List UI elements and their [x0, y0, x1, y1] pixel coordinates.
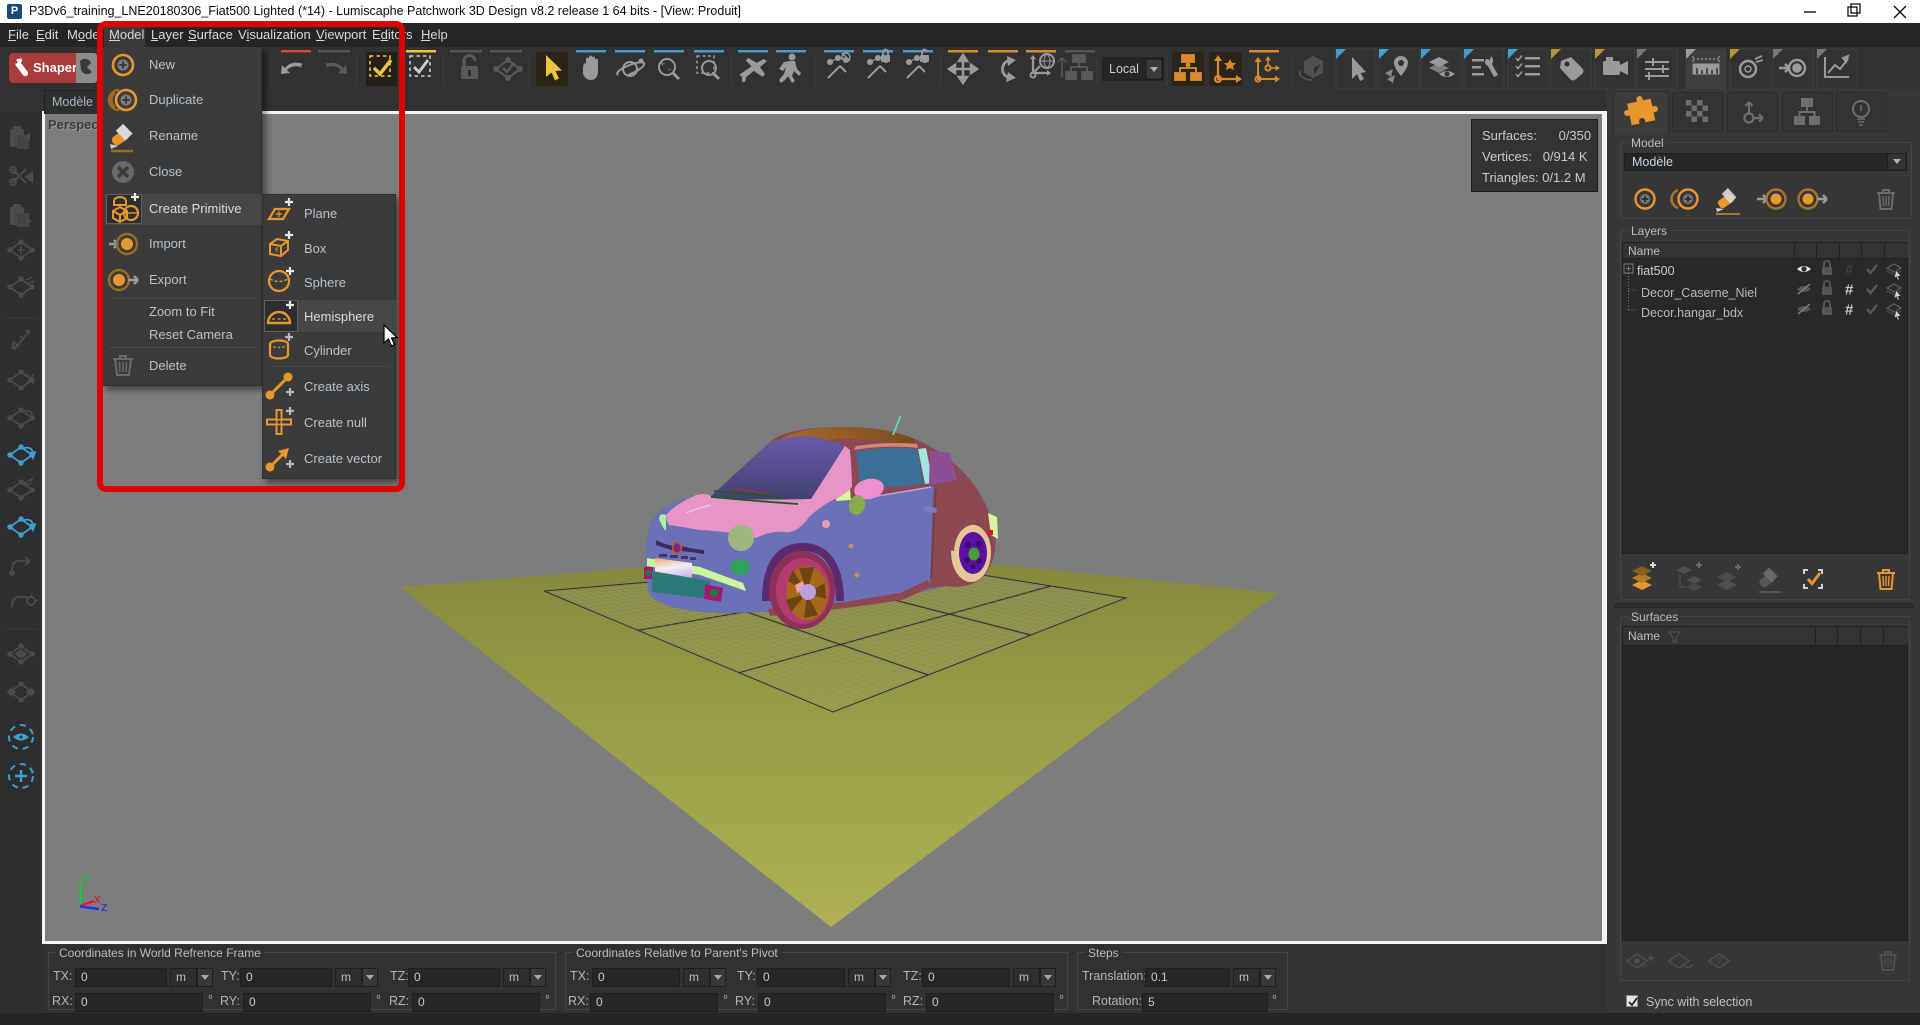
svg-text:+: + [660, 59, 665, 69]
svg-text:-: - [668, 64, 671, 74]
svg-text:y: y [82, 870, 89, 885]
svg-text:?: ? [1715, 956, 1721, 968]
svg-text:Local: Local [1109, 62, 1139, 76]
svg-text:#: # [1845, 302, 1854, 319]
svg-text:x: x [94, 891, 101, 906]
svg-text:z: z [101, 899, 108, 914]
svg-text:#: # [1845, 262, 1854, 279]
svg-text:#: # [1845, 282, 1854, 299]
